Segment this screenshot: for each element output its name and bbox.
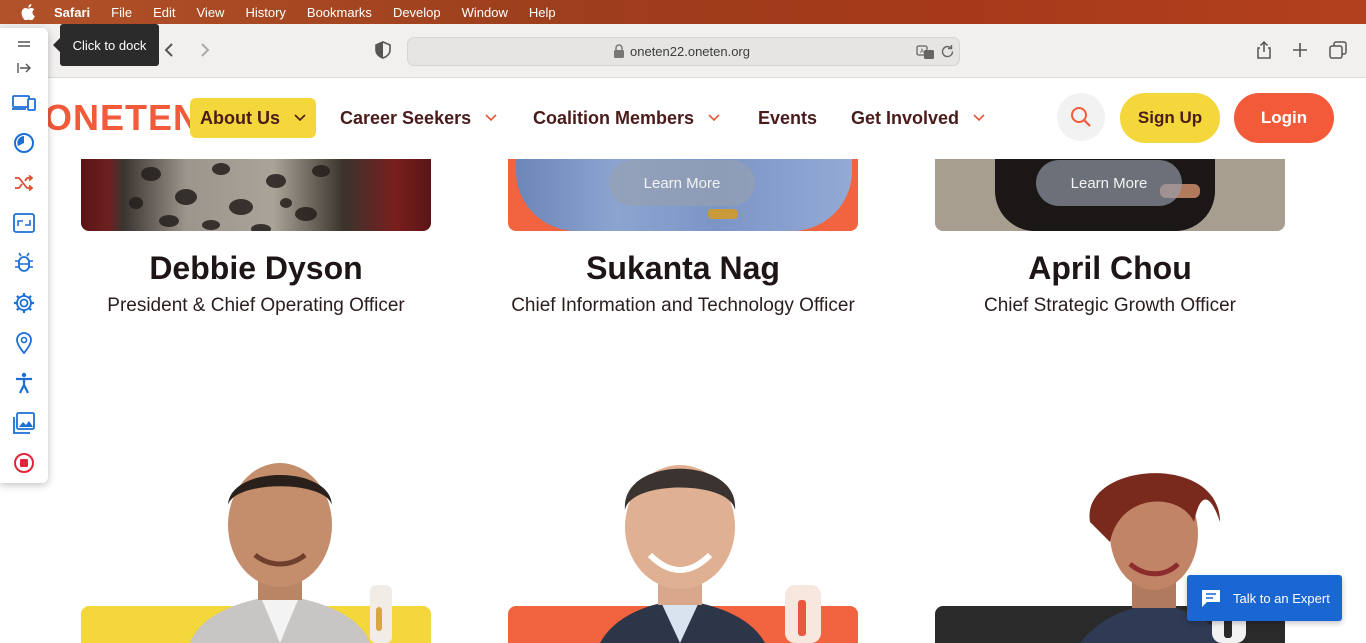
- person-title: President & Chief Operating Officer: [107, 295, 405, 316]
- login-button[interactable]: Login: [1234, 93, 1334, 143]
- menu-view[interactable]: View: [197, 5, 225, 20]
- person-name: April Chou: [1028, 250, 1192, 286]
- nav-label: Coalition Members: [533, 107, 695, 128]
- chevron-down-icon: [485, 114, 497, 122]
- address-bar[interactable]: oneten22.oneten.org A: [407, 37, 960, 66]
- shuffle-icon[interactable]: [12, 171, 36, 195]
- devtools-side-panel: [0, 28, 48, 483]
- person-photo-debbie: [81, 159, 431, 231]
- screen-ruler-icon[interactable]: [12, 211, 36, 235]
- new-tab-plus-icon[interactable]: [1290, 40, 1310, 60]
- share-icon[interactable]: [1254, 40, 1274, 60]
- forward-chevron-icon[interactable]: [194, 40, 214, 60]
- image-gallery-icon[interactable]: [12, 411, 36, 435]
- chat-label: Talk to an Expert: [1233, 590, 1330, 606]
- menu-help[interactable]: Help: [529, 5, 556, 20]
- url-text: oneten22.oneten.org: [630, 44, 750, 59]
- lock-icon: [613, 44, 625, 59]
- privacy-shield-icon[interactable]: [374, 41, 392, 59]
- person-name: Debbie Dyson: [149, 250, 363, 286]
- person-title: Chief Strategic Growth Officer: [983, 295, 1237, 316]
- search-icon: [1071, 107, 1091, 127]
- nav-label: About Us: [200, 107, 280, 128]
- chevron-down-icon: [708, 114, 720, 122]
- nav-career-seekers[interactable]: Career Seekers: [340, 98, 497, 138]
- menu-history[interactable]: History: [245, 5, 285, 20]
- tab-overview-icon[interactable]: [1328, 40, 1348, 60]
- stop-record-icon[interactable]: [12, 451, 36, 475]
- dock-tooltip: Click to dock: [53, 24, 159, 66]
- learn-more-button-sukanta[interactable]: Learn More: [609, 160, 755, 206]
- bug-icon[interactable]: [12, 251, 36, 275]
- nav-events[interactable]: Events: [758, 98, 817, 138]
- browser-toolbar: oneten22.oneten.org A: [0, 24, 1366, 78]
- chat-bubble-icon: [1202, 590, 1220, 607]
- chevron-down-icon: [294, 114, 306, 122]
- nav-label: Get Involved: [851, 107, 960, 128]
- nav-label: Events: [758, 107, 818, 128]
- site-header: ONETEN About Us Career Seekers Coalition…: [0, 78, 1366, 159]
- menu-safari[interactable]: Safari: [54, 5, 90, 20]
- talk-to-expert-button[interactable]: Talk to an Expert: [1187, 575, 1342, 621]
- nav-about-us[interactable]: About Us: [190, 98, 316, 138]
- menu-icon[interactable]: [12, 32, 36, 56]
- menu-bookmarks[interactable]: Bookmarks: [307, 5, 372, 20]
- person-name: Sukanta Nag: [586, 250, 780, 286]
- settings-gear-icon[interactable]: [12, 291, 36, 315]
- person-portrait: [600, 465, 821, 643]
- nav-coalition-members[interactable]: Coalition Members: [533, 98, 720, 138]
- search-button[interactable]: [1057, 93, 1105, 141]
- oneten-logo[interactable]: ONETEN: [44, 97, 200, 139]
- color-wheel-icon[interactable]: [12, 131, 36, 155]
- menu-develop[interactable]: Develop: [393, 5, 441, 20]
- learn-more-button-april[interactable]: Learn More: [1036, 160, 1182, 206]
- responsive-devices-icon[interactable]: [12, 91, 36, 115]
- translate-icon[interactable]: A: [916, 44, 936, 60]
- macos-menubar: Safari File Edit View History Bookmarks …: [0, 0, 1366, 24]
- apple-logo-icon[interactable]: [20, 4, 36, 20]
- nav-label: Career Seekers: [340, 107, 472, 128]
- person-title: Chief Information and Technology Officer: [511, 295, 855, 316]
- sign-up-button[interactable]: Sign Up: [1120, 93, 1220, 143]
- location-pin-icon[interactable]: [12, 331, 36, 355]
- menu-edit[interactable]: Edit: [153, 5, 175, 20]
- menu-window[interactable]: Window: [462, 5, 508, 20]
- reload-icon[interactable]: [940, 44, 955, 59]
- accessibility-icon[interactable]: [12, 371, 36, 395]
- nav-get-involved[interactable]: Get Involved: [851, 98, 985, 138]
- person-portrait: [190, 463, 392, 643]
- chevron-down-icon: [973, 114, 985, 122]
- collapse-arrow-icon[interactable]: [12, 56, 36, 80]
- back-chevron-icon[interactable]: [160, 40, 180, 60]
- menu-file[interactable]: File: [111, 5, 132, 20]
